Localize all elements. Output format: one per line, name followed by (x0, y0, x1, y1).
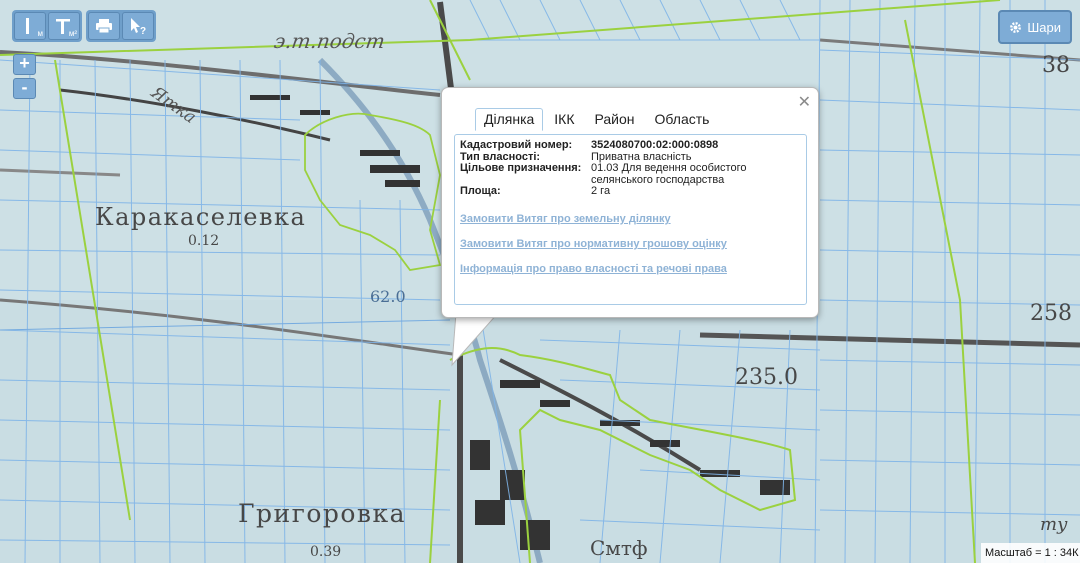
label-elevation-b: 258 (1030, 301, 1072, 326)
tab-district[interactable]: Район (586, 108, 644, 131)
tab-region[interactable]: Область (646, 108, 719, 131)
layers-button-label: Шари (1027, 19, 1061, 35)
label-right-bottom: ту (1040, 514, 1068, 535)
map-toolbar: м м² ? (12, 10, 156, 42)
zoom-control: + - (13, 54, 36, 99)
parcel-info-panel: Кадастровий номер: 3524080700:02:000:089… (454, 134, 807, 305)
tab-ikk[interactable]: ІКК (545, 108, 583, 131)
zoom-out-button[interactable]: - (13, 78, 36, 99)
measure-tools: м м² (12, 10, 82, 42)
label-village-a: Каракаселевка (95, 203, 306, 231)
label-top: э.т.подст (273, 29, 387, 53)
svg-text:?: ? (140, 26, 146, 35)
parcel-info-popup: ✕ Ділянка ІКК Район Область Кадастровий … (441, 87, 819, 318)
close-icon[interactable]: ✕ (798, 92, 811, 112)
label-river: 62.0 (370, 287, 406, 306)
field-value: 01.03 Для ведення особистого селянського… (591, 162, 747, 186)
popup-tabs: Ділянка ІКК Район Область (475, 108, 718, 131)
ruler-icon (26, 18, 29, 34)
identify-button[interactable]: ? (122, 12, 154, 40)
label-village-b: Григоровка (238, 499, 406, 528)
measure-distance-button[interactable]: м (14, 12, 46, 40)
field-cadastral-number: Кадастровий номер: 3524080700:02:000:089… (460, 139, 791, 152)
field-label: Кадастровий номер: (460, 139, 573, 151)
label-village-a-sub: 0.12 (188, 233, 219, 249)
field-purpose: Цільове призначення: 01.03 Для ведення о… (460, 162, 791, 186)
measure-area-sub: м² (68, 29, 77, 38)
label-village-b-sub: 0.39 (310, 544, 341, 560)
measure-distance-sub: м (37, 29, 44, 38)
field-value: 2 га (591, 185, 611, 197)
layers-button[interactable]: Шари (998, 10, 1072, 44)
popup-tail (451, 313, 499, 367)
label-bottom: Смтф (590, 536, 648, 560)
ownership-rights-link[interactable]: Інформація про право власності та речові… (460, 263, 727, 275)
field-area: Площа: 2 га (460, 185, 791, 198)
print-button[interactable] (88, 12, 120, 40)
util-tools: ? (86, 10, 156, 42)
field-label: Площа: (460, 185, 501, 197)
label-elevation-a: 235.0 (735, 365, 798, 390)
scale-label: Масштаб = 1 : 34К (981, 543, 1080, 563)
order-parcel-extract-link[interactable]: Замовити Витяг про земельну ділянку (460, 213, 727, 225)
gear-icon (1010, 21, 1022, 33)
label-elevation-c: 38 (1042, 53, 1070, 78)
pointer-help-icon: ? (131, 18, 146, 35)
field-value: 3524080700:02:000:0898 (591, 139, 719, 151)
tab-parcel[interactable]: Ділянка (475, 108, 544, 131)
measure-area-button[interactable]: м² (48, 12, 80, 40)
order-valuation-extract-link[interactable]: Замовити Витяг про нормативну грошову оц… (460, 238, 727, 250)
field-label: Цільове призначення: (460, 162, 582, 174)
parcel-fields: Кадастровий номер: 3524080700:02:000:089… (460, 139, 791, 198)
popup-links: Замовити Витяг про земельну ділянку Замо… (460, 213, 727, 288)
printer-icon (96, 19, 112, 34)
zoom-in-button[interactable]: + (13, 54, 36, 75)
